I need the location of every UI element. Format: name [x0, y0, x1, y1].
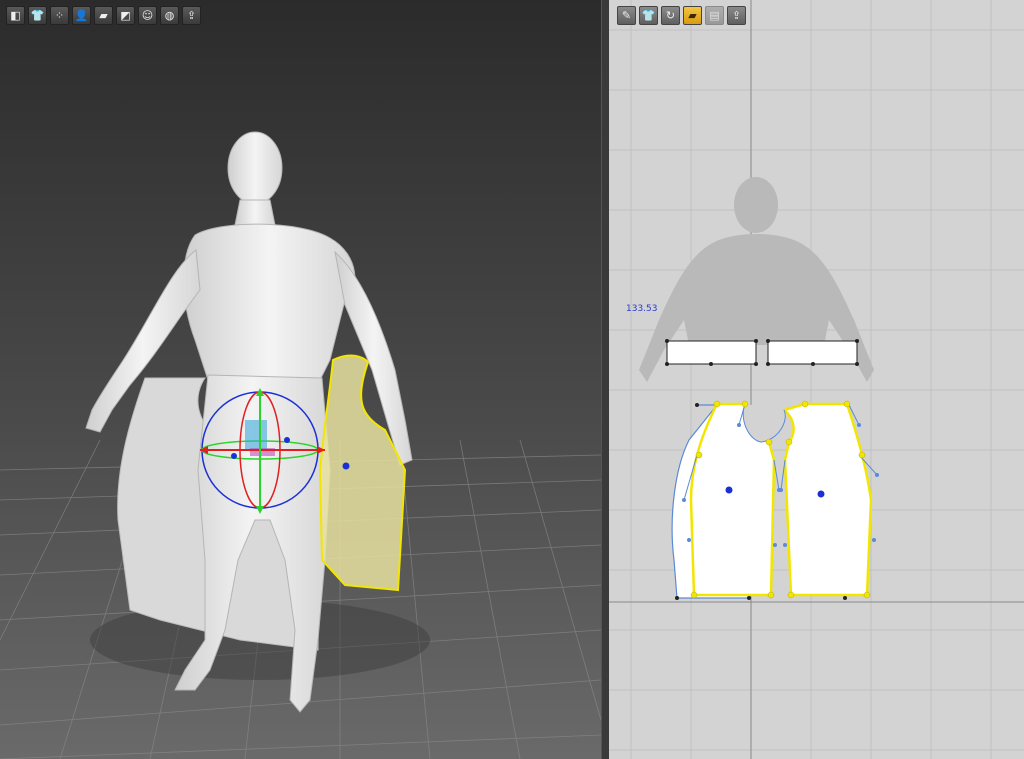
- export-icon[interactable]: ⇪: [182, 6, 201, 25]
- texture-icon[interactable]: ◩: [116, 6, 135, 25]
- globe-icon[interactable]: ◍: [160, 6, 179, 25]
- pattern-piece-right: [781, 402, 873, 597]
- 3d-scene: [0, 131, 601, 759]
- pattern-icon[interactable]: ▤: [705, 6, 724, 25]
- 3d-viewport[interactable]: ◧ 👕 ⁘ 👤 ▰ ◩ ☺ ◍ ⇪: [0, 0, 601, 759]
- shirt-icon[interactable]: 👕: [639, 6, 658, 25]
- piece-center-left: [725, 486, 733, 494]
- measurement-label: 133.53: [626, 304, 658, 314]
- points-icon[interactable]: ⁘: [50, 6, 69, 25]
- avatar-select-icon[interactable]: 👤: [72, 6, 91, 25]
- pattern-canvas: [609, 0, 1024, 759]
- 2d-pattern-view[interactable]: ✎ 👕 ↻ ▰ ▤ ⇪ 133.53: [609, 0, 1024, 759]
- piece-center-right: [817, 490, 825, 498]
- rotate-icon[interactable]: ↻: [661, 6, 680, 25]
- export-icon[interactable]: ⇪: [727, 6, 746, 25]
- avatar-icon[interactable]: ☺: [138, 6, 157, 25]
- fabric-icon[interactable]: ▰: [683, 6, 702, 25]
- cube-icon[interactable]: ◧: [6, 6, 25, 25]
- shirt-icon[interactable]: 👕: [28, 6, 47, 25]
- pattern-grid: [609, 0, 1024, 759]
- 2d-toolbar: ✎ 👕 ↻ ▰ ▤ ⇪: [617, 6, 746, 25]
- 3d-toolbar: ◧ 👕 ⁘ 👤 ▰ ◩ ☺ ◍ ⇪: [6, 6, 201, 25]
- pen-icon[interactable]: ✎: [617, 6, 636, 25]
- fabric-icon[interactable]: ▰: [94, 6, 113, 25]
